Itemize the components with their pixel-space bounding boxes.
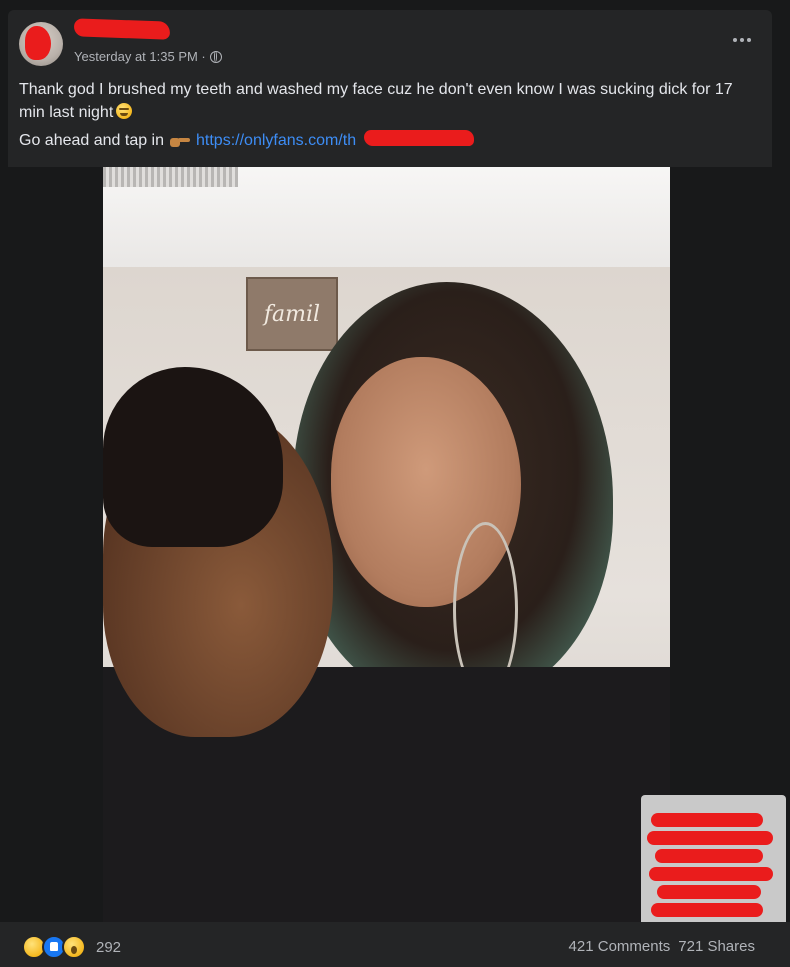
overlay-redaction-stroke <box>649 867 773 881</box>
wall-sign: famil <box>246 277 338 351</box>
grimacing-face-emoji-icon <box>116 103 133 119</box>
comments-count-link[interactable]: 421 Comments <box>569 938 671 955</box>
cta-text: Go ahead and tap in <box>19 132 165 149</box>
wow-icon <box>62 935 86 959</box>
overlay-redaction-stroke <box>655 849 763 863</box>
timestamp-row: Yesterday at 1:35 PM · <box>74 49 222 64</box>
author-name-redaction <box>73 18 171 40</box>
reaction-summary[interactable]: 292 <box>22 935 121 959</box>
more-options-button[interactable] <box>728 32 756 48</box>
reaction-count[interactable]: 292 <box>96 939 121 956</box>
ceiling-vent <box>103 167 238 187</box>
redacted-overlay-box <box>641 795 786 932</box>
link-redaction <box>364 130 474 146</box>
overlay-redaction-stroke <box>657 885 761 899</box>
post-timestamp[interactable]: Yesterday at 1:35 PM · <box>74 49 206 64</box>
pointing-icon-finger <box>178 138 191 142</box>
onlyfans-link[interactable]: https://onlyfans.com/th <box>196 132 356 150</box>
author-avatar[interactable] <box>19 22 63 66</box>
more-options-dot <box>740 38 744 42</box>
facebook-post-page: Yesterday at 1:35 PM · Thank god I brush… <box>0 0 790 967</box>
wall-sign-text: famil <box>263 301 321 327</box>
post-body-text: Thank god I brushed my teeth and washed … <box>19 78 759 124</box>
more-options-icon <box>733 38 737 42</box>
overlay-redaction-stroke <box>651 903 763 917</box>
avatar-redaction <box>25 26 51 60</box>
shares-count-link[interactable]: 721 Shares <box>678 938 755 955</box>
overlay-redaction-stroke <box>651 813 763 827</box>
post-cta-row: Go ahead and tap in https://onlyfans.com… <box>19 132 356 150</box>
post-photo[interactable]: famil <box>103 167 670 922</box>
overlay-redaction-stroke <box>647 831 773 845</box>
globe-icon[interactable] <box>209 50 222 63</box>
engagement-stats: 421 Comments 721 Shares <box>569 938 755 955</box>
photo-ceiling <box>103 167 670 277</box>
more-options-dot <box>747 38 751 42</box>
pointing-right-icon <box>170 135 191 147</box>
